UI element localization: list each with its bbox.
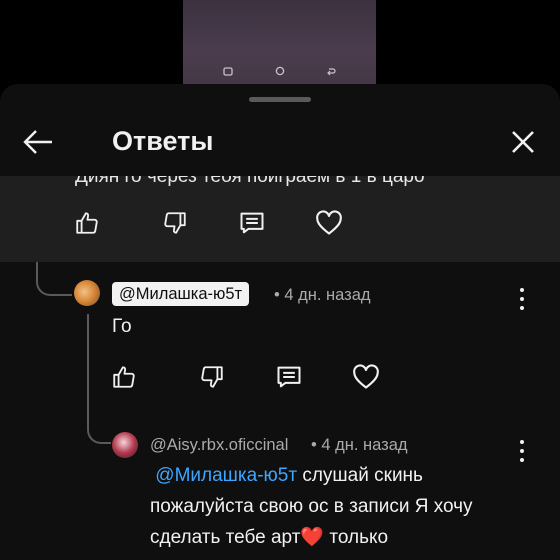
parent-comment: Диян го через тебя поиграем в 1 в царо <box>0 164 560 262</box>
recent-apps-icon[interactable] <box>221 66 235 76</box>
page-title: Ответы <box>112 126 214 156</box>
more-options-button[interactable] <box>516 288 528 310</box>
device-navbar <box>183 64 376 78</box>
replies-sheet: Диян го через тебя поиграем в 1 в царо О… <box>0 84 560 560</box>
comment-text: Го <box>112 316 132 337</box>
thread-connector <box>36 262 72 296</box>
drag-handle[interactable] <box>249 97 311 102</box>
heart-icon <box>316 210 342 235</box>
back-arrow-icon <box>23 130 52 154</box>
dot <box>520 297 524 301</box>
comment-time: • 4 дн. назад <box>311 436 408 454</box>
heart-emoji: ❤️ <box>300 527 325 548</box>
dislike-button[interactable] <box>197 362 227 392</box>
dot <box>520 440 524 444</box>
thread-connector <box>87 314 111 444</box>
like-icon <box>76 212 98 234</box>
mention-link[interactable]: @Милашка-ю5т <box>155 465 297 486</box>
avatar[interactable] <box>74 280 100 306</box>
dot <box>520 449 524 453</box>
like-button[interactable] <box>72 208 102 238</box>
comment-time: • 4 дн. назад <box>274 286 371 304</box>
dislike-button[interactable] <box>160 208 190 238</box>
sheet-header: Ответы <box>0 104 560 176</box>
heart-button[interactable] <box>314 208 344 238</box>
like-button[interactable] <box>109 362 139 392</box>
reply-icon <box>277 366 301 388</box>
dot <box>520 306 524 310</box>
heart-icon <box>353 364 379 389</box>
back-button[interactable] <box>22 128 54 156</box>
nav-back-icon[interactable] <box>324 66 338 76</box>
dot <box>520 288 524 292</box>
dislike-icon <box>201 366 223 388</box>
comment-text: @Милашка-ю5т слушай скинь пожалуйста сво… <box>150 460 490 553</box>
more-options-button[interactable] <box>516 440 528 462</box>
avatar[interactable] <box>112 432 138 458</box>
reply-button[interactable] <box>274 362 304 392</box>
reply-button[interactable] <box>237 208 267 238</box>
home-icon[interactable] <box>273 66 287 76</box>
dot <box>520 458 524 462</box>
video-preview <box>183 0 376 84</box>
like-icon <box>113 366 135 388</box>
author-handle[interactable]: @Aisy.rbx.oficcinal <box>150 434 288 456</box>
comment-text-part: только <box>324 527 389 548</box>
close-button[interactable] <box>508 127 538 157</box>
dislike-icon <box>164 212 186 234</box>
heart-button[interactable] <box>351 362 381 392</box>
reply-icon <box>240 212 264 234</box>
author-mention-chip[interactable]: @Милашка-ю5т <box>112 282 250 306</box>
close-icon <box>512 131 534 153</box>
